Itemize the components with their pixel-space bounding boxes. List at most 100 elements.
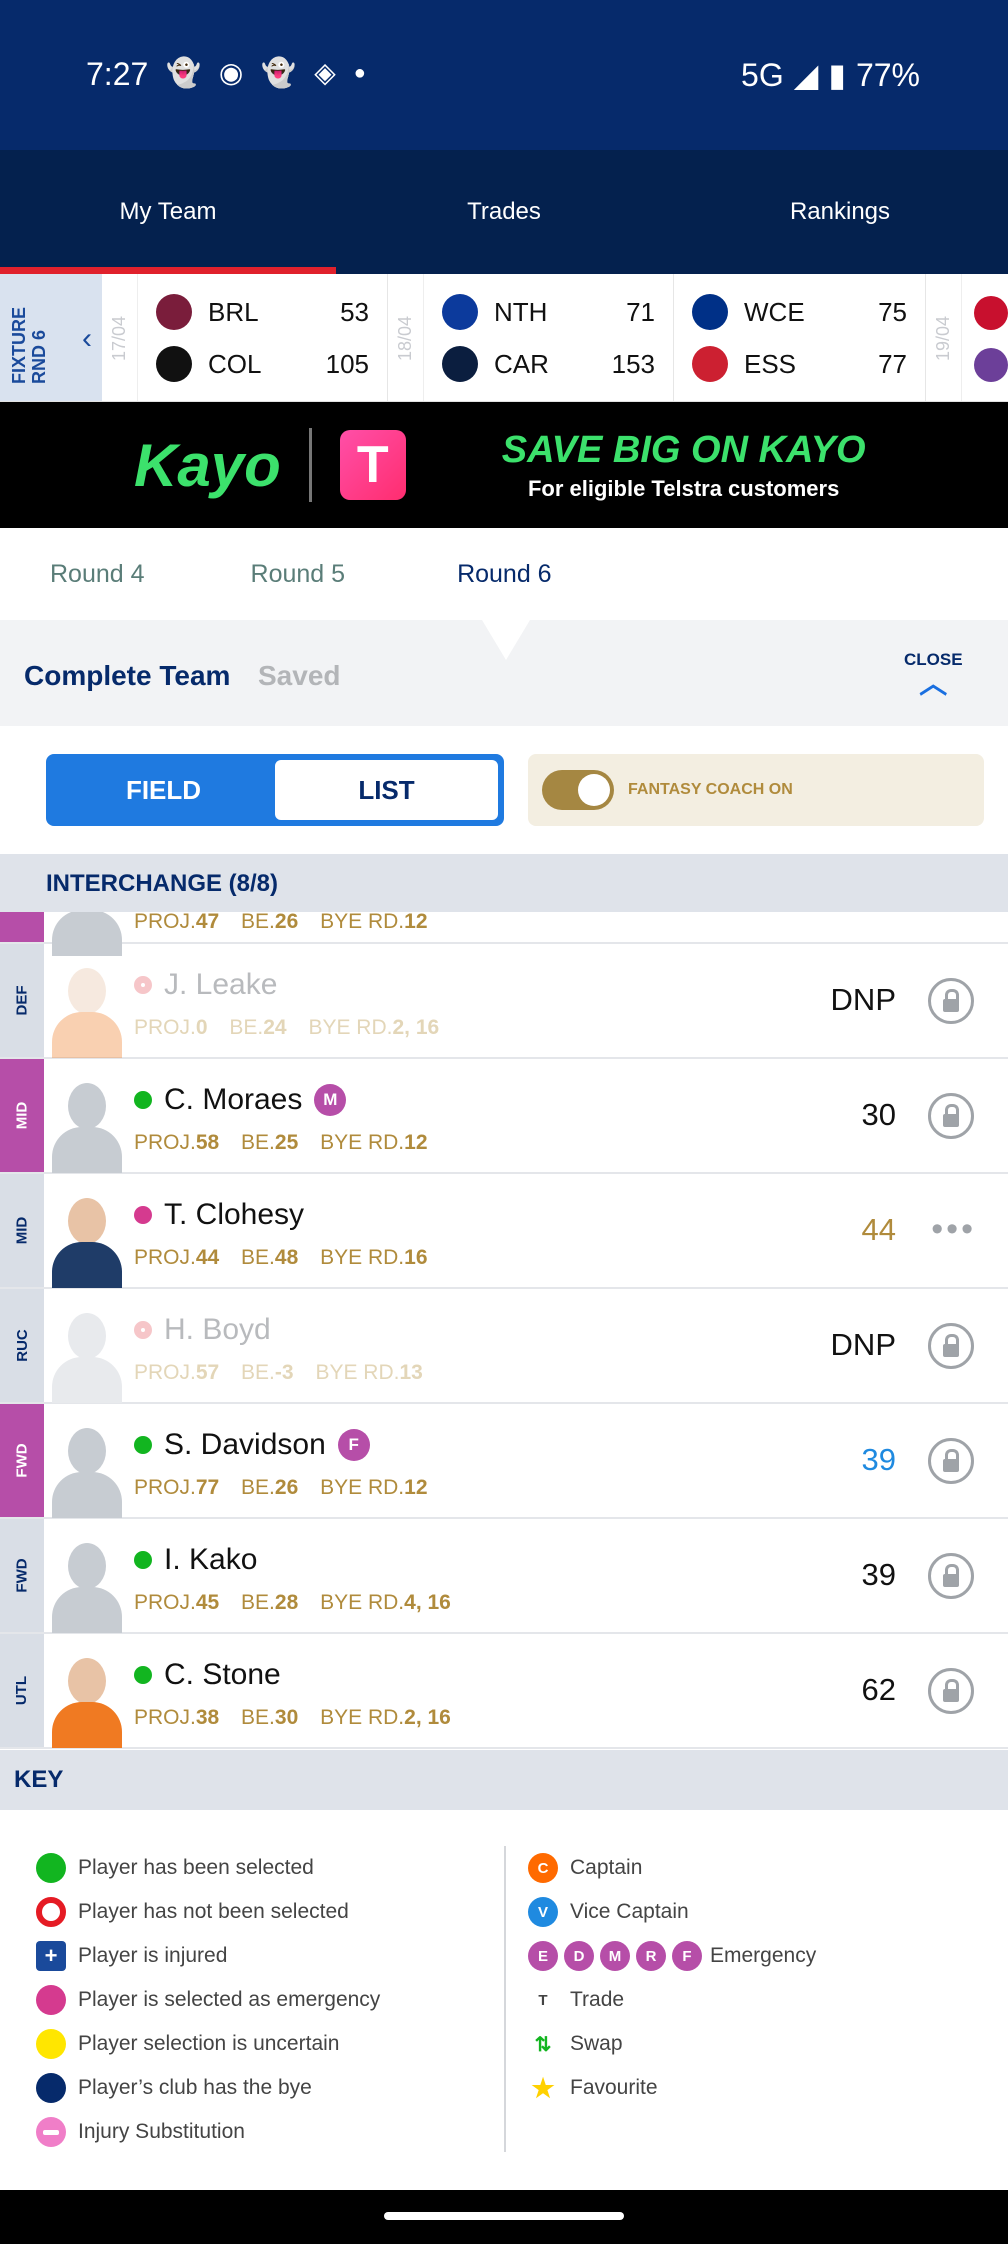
status-time: 7:27 (86, 56, 149, 92)
key-item: ★ Favourite (528, 2066, 816, 2110)
key-item: Injury Substitution (36, 2110, 380, 2154)
player-name[interactable]: C. Moraes M (134, 1083, 347, 1117)
chevron-up-icon: ︿ (919, 668, 948, 699)
team-abbr: NTH (494, 296, 548, 327)
team-abbr: WCE (744, 296, 805, 327)
emergency-e-icon: E (528, 1941, 558, 1971)
tab-my-team[interactable]: My Team (0, 150, 336, 274)
player-stats: PROJ.0 BE.24 BYE RD.2, 16 (134, 1016, 440, 1039)
player-name[interactable]: S. Davidson F (134, 1428, 370, 1462)
toggle-switch[interactable] (542, 770, 614, 810)
player-list: PROJ.47 BE.26 BYE RD.12 DEF J. Leake PRO… (0, 912, 1008, 1750)
player-row[interactable]: FWD I. Kako PROJ.45 BE.28 BYE RD.4, 16 3… (0, 1519, 1008, 1634)
chevron-left-icon[interactable]: ‹ (82, 322, 92, 356)
team-status-title: Complete Team (24, 660, 231, 691)
round-tab-6[interactable]: Round 6 (457, 560, 552, 589)
player-row[interactable]: DEF J. Leake PROJ.0 BE.24 BYE RD.2, 16 D… (0, 944, 1008, 1059)
view-controls: FIELD LIST FANTASY COACH ON (0, 726, 1008, 854)
key-item: T Trade (528, 1978, 816, 2022)
team-score: 153 (611, 348, 655, 379)
emergency-r-icon: R (636, 1941, 666, 1971)
team-abbr: COL (208, 348, 262, 379)
not-selected-status-icon (134, 1321, 152, 1339)
lock-icon[interactable] (928, 1668, 974, 1714)
messenger-icon: ◉ (218, 57, 244, 88)
close-button[interactable]: CLOSE ︿ (904, 650, 963, 699)
position-tag: UTL (0, 1634, 44, 1747)
lock-icon[interactable] (928, 1438, 974, 1484)
player-photo (46, 1069, 126, 1173)
player-row[interactable]: RUC H. Boyd PROJ.57 BE.-3 BYE RD.13 DNP (0, 1289, 1008, 1404)
player-photo (46, 1644, 126, 1748)
player-score: DNP (830, 1327, 896, 1362)
fixture-match[interactable]: WCE 75 ESS 77 (674, 274, 926, 401)
fixture-match-partial[interactable] (962, 274, 1008, 401)
player-name[interactable]: I. Kako (134, 1543, 257, 1577)
tab-trades[interactable]: Trades (336, 150, 672, 274)
player-stats: PROJ.58 BE.25 BYE RD.12 (134, 1131, 428, 1154)
player-score: 30 (861, 1097, 896, 1132)
home-gesture-bar[interactable] (384, 2212, 624, 2220)
proj-value: 47 (195, 912, 220, 933)
star-icon: ★ (531, 2072, 555, 2103)
player-score: DNP (830, 982, 896, 1017)
fixture-date: 17/04 (102, 274, 138, 401)
player-name[interactable]: J. Leake (134, 968, 277, 1002)
round-tab-4[interactable]: Round 4 (50, 560, 145, 589)
swap-icon: ⇅ (534, 2033, 552, 2056)
injured-icon: + (36, 1941, 66, 1971)
emergency-status-icon (134, 1206, 152, 1224)
banner-headline: SAVE BIG ON KAYO (501, 428, 866, 471)
tab-rankings[interactable]: Rankings (672, 150, 1008, 274)
player-name[interactable]: C. Stone (134, 1658, 281, 1692)
fixture-date: 19/04 (926, 274, 962, 401)
player-row[interactable]: MID T. Clohesy PROJ.44 BE.48 BYE RD.16 4… (0, 1174, 1008, 1289)
fixture-match[interactable]: NTH 71 CAR 153 (424, 274, 674, 401)
player-stats: PROJ.47 BE.26 BYE RD.12 (134, 912, 428, 934)
player-photo (46, 954, 126, 1058)
emergency-d-icon: D (564, 1941, 594, 1971)
player-row-partial[interactable]: PROJ.47 BE.26 BYE RD.12 (0, 912, 1008, 956)
player-row[interactable]: FWD S. Davidson F PROJ.77 BE.26 BYE RD.12… (0, 1404, 1008, 1519)
brisbane-lions-logo-icon (156, 294, 192, 330)
key-item: Player has not been selected (36, 1890, 380, 1934)
team-abbr: CAR (494, 348, 549, 379)
not-selected-status-icon (134, 976, 152, 994)
bye-label: BYE RD. (320, 912, 405, 933)
lock-icon[interactable] (928, 1323, 974, 1369)
player-name[interactable]: T. Clohesy (134, 1198, 304, 1232)
position-tag (0, 912, 44, 942)
injury-sub-icon (36, 2117, 66, 2147)
lock-icon[interactable] (928, 1093, 974, 1139)
close-label: CLOSE (904, 650, 963, 669)
field-view-button[interactable]: FIELD (52, 760, 275, 820)
more-options-icon[interactable]: ••• (931, 1210, 976, 1249)
status-bar: 7:27 👻 ◉ 👻 ◈ ● 5G ◢ ▮ 77% (0, 0, 1008, 150)
team-score: 71 (626, 296, 655, 327)
position-tag: FWD (0, 1519, 44, 1632)
kayo-banner-ad[interactable]: Kayo T SAVE BIG ON KAYO For eligible Tel… (0, 402, 1008, 528)
player-row[interactable]: MID C. Moraes M PROJ.58 BE.25 BYE RD.12 3… (0, 1059, 1008, 1174)
player-name[interactable]: H. Boyd (134, 1313, 271, 1347)
list-view-button[interactable]: LIST (275, 760, 498, 820)
bye-value: 12 (404, 912, 428, 933)
player-photo (46, 1414, 126, 1518)
emergency-badges: E D M R F (528, 1941, 702, 1971)
lock-icon[interactable] (928, 978, 974, 1024)
system-nav-bar (0, 2190, 1008, 2244)
player-row[interactable]: UTL C. Stone PROJ.38 BE.30 BYE RD.2, 16 … (0, 1634, 1008, 1749)
team-score: 53 (340, 296, 369, 327)
discord-icon: ◈ (314, 57, 336, 88)
round-tab-5[interactable]: Round 5 (251, 560, 346, 589)
fixture-label[interactable]: FIXTURE RND 6 ‹ (0, 274, 102, 401)
be-value: 26 (274, 912, 299, 933)
lock-icon[interactable] (928, 1553, 974, 1599)
fixture-round-label: FIXTURE RND 6 (9, 306, 49, 384)
interchange-header: INTERCHANGE (8/8) (0, 854, 1008, 912)
selected-dot-icon (36, 1853, 66, 1883)
fantasy-coach-toggle[interactable]: FANTASY COACH ON (528, 754, 984, 826)
uncertain-dot-icon (36, 2029, 66, 2059)
fixture-match[interactable]: BRL 53 COL 105 (138, 274, 388, 401)
key-item: V Vice Captain (528, 1890, 816, 1934)
vice-captain-icon: V (528, 1897, 558, 1927)
